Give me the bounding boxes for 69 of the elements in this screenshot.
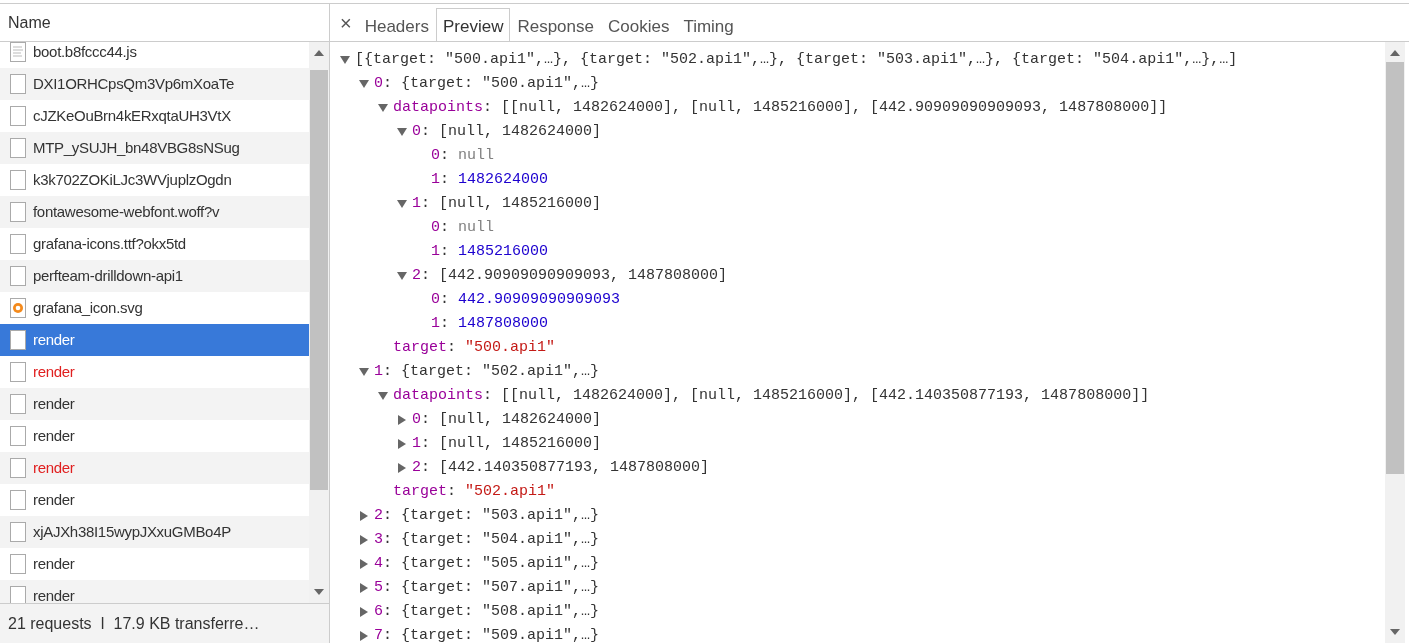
request-name[interactable]: k3k702ZOKiLJc3WVjuplzOgdn: [33, 168, 232, 192]
tree-value: 0: null: [431, 217, 495, 238]
tree-node[interactable]: 3: {target: "504.api1",…}: [374, 528, 600, 552]
collapse-arrow-icon[interactable]: [378, 103, 388, 113]
request-name[interactable]: render: [33, 584, 75, 603]
collapse-arrow-icon[interactable]: [397, 127, 407, 137]
expand-arrow-icon[interactable]: [359, 583, 369, 593]
request-name[interactable]: boot.b8fccc44.js: [33, 42, 137, 64]
tree-node[interactable]: [{target: "500.api1",…}, {target: "502.api1",…}, {target: "503.api1",…}, {target: "504.api1",…},…]: [355, 48, 1238, 72]
tree-node[interactable]: 1: {target: "502.api1",…}: [374, 360, 600, 384]
tree-node[interactable]: 1: [null, 1485216000]: [412, 192, 602, 216]
tree-value: target: "500.api1": [393, 337, 556, 358]
tree-node[interactable]: 5: {target: "507.api1",…}: [374, 576, 600, 600]
collapse-arrow-icon[interactable]: [359, 79, 369, 89]
tree-node[interactable]: 0: {target: "500.api1",…}: [374, 72, 600, 96]
tree-node[interactable]: datapoints: [[null, 1482624000], [null, 1485216000], [442.140350877193, 1487808000]]: [393, 384, 1150, 408]
tree-value: 1: 1485216000: [431, 241, 549, 262]
request-name[interactable]: render: [33, 328, 75, 352]
tree-node[interactable]: 0: [null, 1482624000]: [412, 408, 602, 432]
request-name[interactable]: render: [33, 456, 75, 480]
tree-node[interactable]: 2: [442.140350877193, 1487808000]: [412, 456, 710, 480]
tree-value: 0: null: [431, 145, 495, 166]
column-header[interactable]: Name: [8, 10, 51, 35]
expand-arrow-icon[interactable]: [359, 535, 369, 545]
expand-arrow-icon[interactable]: [359, 631, 369, 641]
collapse-arrow-icon[interactable]: [397, 271, 407, 281]
tree-value: 0: 442.90909090909093: [431, 289, 621, 310]
expand-arrow-icon[interactable]: [359, 511, 369, 521]
request-name[interactable]: render: [33, 552, 75, 576]
tree-node[interactable]: 1: [null, 1485216000]: [412, 432, 602, 456]
request-name[interactable]: cJZKeOuBrn4kERxqtaUH3VtX: [33, 104, 231, 128]
request-name[interactable]: grafana-icons.ttf?okx5td: [33, 232, 186, 256]
tree-node[interactable]: 2: {target: "503.api1",…}: [374, 504, 600, 528]
scroll-up-arrow[interactable]: [1390, 50, 1400, 56]
tree-value: target: "502.api1": [393, 481, 556, 502]
request-summary: 21 requests ǀ 17.9 KB transferre…: [8, 613, 260, 634]
tree-value: 1: 1482624000: [431, 169, 549, 190]
request-name[interactable]: render: [33, 360, 75, 384]
tab[interactable]: Response: [510, 8, 601, 41]
tree-node[interactable]: 6: {target: "508.api1",…}: [374, 600, 600, 624]
scrollbar-thumb[interactable]: [310, 70, 328, 490]
tree-node[interactable]: datapoints: [[null, 1482624000], [null, 1485216000], [442.90909090909093, 1487808000]]: [393, 96, 1168, 120]
tab[interactable]: Timing: [676, 8, 741, 41]
tab[interactable]: Cookies: [601, 8, 677, 41]
scrollbar-thumb[interactable]: [1386, 62, 1404, 474]
tree-node[interactable]: 0: [null, 1482624000]: [412, 120, 602, 144]
collapse-arrow-icon[interactable]: [340, 55, 350, 65]
request-name[interactable]: render: [33, 424, 75, 448]
collapse-arrow-icon[interactable]: [378, 391, 388, 401]
scroll-down-arrow[interactable]: [314, 589, 324, 595]
expand-arrow-icon[interactable]: [397, 463, 407, 473]
tab[interactable]: Preview: [435, 8, 511, 41]
expand-arrow-icon[interactable]: [359, 559, 369, 569]
scroll-up-arrow[interactable]: [314, 50, 324, 56]
scroll-down-arrow[interactable]: [1390, 629, 1400, 635]
collapse-arrow-icon[interactable]: [359, 367, 369, 377]
tree-value: 1: 1487808000: [431, 313, 549, 334]
request-name[interactable]: render: [33, 392, 75, 416]
tree-node[interactable]: 2: [442.90909090909093, 1487808000]: [412, 264, 728, 288]
expand-arrow-icon[interactable]: [397, 415, 407, 425]
request-name[interactable]: grafana_icon.svg: [33, 296, 143, 320]
expand-arrow-icon[interactable]: [359, 607, 369, 617]
tab[interactable]: Headers: [357, 8, 436, 41]
close-button[interactable]: ×: [334, 4, 358, 41]
tree-node[interactable]: 7: {target: "509.api1",…}: [374, 624, 600, 643]
collapse-arrow-icon[interactable]: [397, 199, 407, 209]
expand-arrow-icon[interactable]: [397, 439, 407, 449]
tree-node[interactable]: 4: {target: "505.api1",…}: [374, 552, 600, 576]
request-name[interactable]: render: [33, 488, 75, 512]
